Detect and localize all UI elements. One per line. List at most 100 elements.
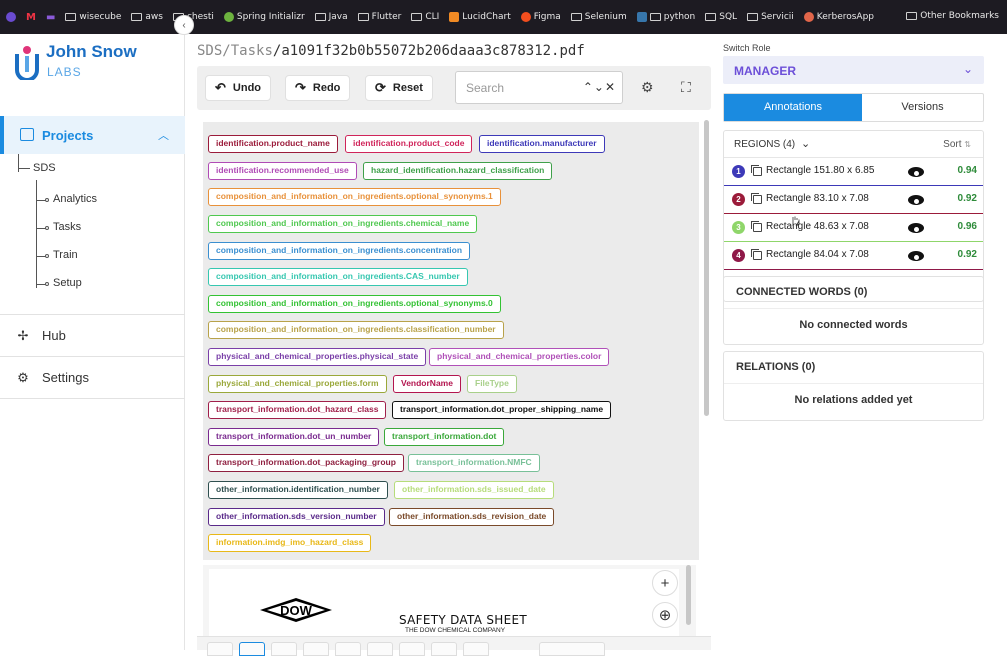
label-tag[interactable]: composition_and_information_on_ingredien… <box>208 321 504 339</box>
tree-item-train[interactable]: Train <box>36 249 78 261</box>
page-thumb[interactable] <box>367 642 393 656</box>
scrollbar-thumb[interactable] <box>686 565 691 625</box>
sidebar-item-settings[interactable]: ⚙ Settings <box>16 370 89 385</box>
sort-button[interactable]: Sort ⇅ <box>943 139 971 150</box>
hub-icon: ✢ <box>17 327 29 343</box>
role-select[interactable]: MANAGER ⌄ <box>723 56 984 84</box>
brand-logo[interactable]: John Snow LABS <box>14 40 174 84</box>
breadcrumb-project[interactable]: SDS <box>197 43 222 59</box>
copy-icon[interactable] <box>751 221 762 232</box>
region-row[interactable]: 1 Rectangle 151.80 x 6.85 0.94 <box>724 158 983 186</box>
label-tag[interactable]: transport_information.dot_packaging_grou… <box>208 454 404 472</box>
label-tag[interactable]: other_information.sds_issued_date <box>394 481 554 499</box>
search-nav-controls[interactable]: ⌃⌄✕ <box>583 80 616 94</box>
sidebar-item-hub[interactable]: ✢ Hub <box>16 328 66 343</box>
zoom-fit-button[interactable]: ⊕ <box>652 602 678 628</box>
fullscreen-icon[interactable]: ⛶ <box>681 79 691 96</box>
apps-icon[interactable] <box>6 12 16 22</box>
regions-header[interactable]: REGIONS (4) ⌄ Sort ⇅ <box>724 131 983 158</box>
label-tag[interactable]: composition_and_information_on_ingredien… <box>208 188 501 206</box>
tree-item-setup[interactable]: Setup <box>36 277 82 289</box>
sidebar-item-projects[interactable]: Projects ︿ <box>0 116 185 154</box>
bookmark-aws[interactable]: aws <box>131 12 163 22</box>
region-row[interactable]: 2 Rectangle 83.10 x 7.08 0.92 <box>724 186 983 214</box>
reset-button[interactable]: ⟳ Reset <box>365 75 433 101</box>
page-thumb[interactable] <box>431 642 457 656</box>
region-row[interactable]: 3 Rectangle 48.63 x 7.08 0.96 <box>724 214 983 242</box>
gmail-icon[interactable]: M <box>26 12 36 23</box>
eye-icon[interactable] <box>908 251 924 261</box>
labels-scrollbar[interactable] <box>703 118 711 558</box>
settings-gear-icon[interactable]: ⚙ <box>641 79 654 96</box>
bookmark-flutter[interactable]: Flutter <box>357 12 401 22</box>
label-tag[interactable]: other_information.identification_number <box>208 481 388 499</box>
label-tag[interactable]: transport_information.dot_proper_shippin… <box>392 401 612 419</box>
redo-button[interactable]: ↷ Redo <box>285 75 351 101</box>
label-tag[interactable]: transport_information.NMFC <box>408 454 540 472</box>
copy-icon[interactable] <box>751 249 762 260</box>
label-tag[interactable]: identification.manufacturer <box>479 135 605 153</box>
collapse-sidebar-button[interactable]: ‹ <box>174 15 194 35</box>
scrollbar-thumb[interactable] <box>704 120 709 416</box>
eye-icon[interactable] <box>908 167 924 177</box>
bookmark-spring[interactable]: Spring Initializr <box>223 12 305 22</box>
copy-icon[interactable] <box>751 165 762 176</box>
label-tag[interactable]: physical_and_chemical_properties.color <box>429 348 610 366</box>
label-tag[interactable]: identification.recommended_use <box>208 162 357 180</box>
page-thumb[interactable] <box>303 642 329 656</box>
label-tag[interactable]: information.imdg_imo_hazard_class <box>208 534 372 552</box>
page-thumb[interactable] <box>271 642 297 656</box>
yahoo-icon[interactable]: ▬ <box>46 12 55 23</box>
page-thumb-active[interactable] <box>239 642 265 656</box>
bookmark-sql[interactable]: SQL <box>705 12 737 22</box>
tree-item-analytics[interactable]: Analytics <box>36 193 97 205</box>
label-tag[interactable]: composition_and_information_on_ingredien… <box>208 268 468 286</box>
label-tag[interactable]: other_information.sds_revision_date <box>389 508 555 526</box>
label-tag[interactable]: composition_and_information_on_ingredien… <box>208 215 478 233</box>
search-input[interactable]: Search ⌃⌄✕ <box>455 71 623 104</box>
label-tag[interactable]: other_information.sds_version_number <box>208 508 385 526</box>
label-tag[interactable]: identification.product_name <box>208 135 338 153</box>
bookmark-kerberosapp[interactable]: KerberosApp <box>803 12 874 22</box>
region-row[interactable]: 4 Rectangle 84.04 x 7.08 0.92 <box>724 242 983 270</box>
eye-icon[interactable] <box>908 223 924 233</box>
label-tag[interactable]: composition_and_information_on_ingredien… <box>208 295 501 313</box>
bookmark-lucidchart[interactable]: LucidChart <box>449 12 511 22</box>
label-tag[interactable]: identification.product_code <box>345 135 473 153</box>
breadcrumb-tasks[interactable]: Tasks <box>231 43 273 59</box>
bookmark-python[interactable]: python <box>636 12 695 22</box>
bookmark-cli[interactable]: CLI <box>411 12 439 22</box>
label-tag[interactable]: transport_information.dot_hazard_class <box>208 401 387 419</box>
brand-sub: LABS <box>47 65 82 79</box>
zoom-in-button[interactable]: + <box>652 570 678 596</box>
bookmark-figma[interactable]: Figma <box>520 12 561 22</box>
page-thumb[interactable] <box>399 642 425 656</box>
label-tag[interactable]: physical_and_chemical_properties.physica… <box>208 348 427 366</box>
bookmark-wisecube[interactable]: wisecube <box>65 12 121 22</box>
label-tag[interactable]: VendorName <box>393 375 461 393</box>
tab-versions[interactable]: Versions <box>862 94 983 121</box>
label-tag[interactable]: hazard_identification.hazard_classificat… <box>363 162 553 180</box>
plus-icon: + <box>660 574 670 592</box>
label-tag[interactable]: transport_information.dot_un_number <box>208 428 380 446</box>
tab-annotations[interactable]: Annotations <box>724 94 862 121</box>
label-tag[interactable]: composition_and_information_on_ingredien… <box>208 242 471 260</box>
regions-title: REGIONS (4) <box>734 139 796 150</box>
page-thumb[interactable] <box>207 642 233 656</box>
label-tag[interactable]: physical_and_chemical_properties.form <box>208 375 387 393</box>
page-thumb[interactable] <box>335 642 361 656</box>
document-scrollbar[interactable] <box>686 565 692 637</box>
bookmark-java[interactable]: Java <box>314 12 348 22</box>
bookmark-other[interactable]: Other Bookmarks <box>906 11 999 21</box>
bookmark-selenium[interactable]: Selenium <box>570 12 627 22</box>
tree-item-sds[interactable]: SDS <box>18 162 56 174</box>
page-thumb[interactable] <box>463 642 489 656</box>
undo-button[interactable]: ↶ Undo <box>205 75 272 101</box>
label-tag[interactable]: FileType <box>467 375 517 393</box>
eye-icon[interactable] <box>908 195 924 205</box>
tree-item-tasks[interactable]: Tasks <box>36 221 81 233</box>
copy-icon[interactable] <box>751 193 762 204</box>
label-tag[interactable]: transport_information.dot <box>384 428 505 446</box>
bookmark-servicii[interactable]: Servicii <box>747 12 794 22</box>
page-selector[interactable] <box>539 642 605 656</box>
